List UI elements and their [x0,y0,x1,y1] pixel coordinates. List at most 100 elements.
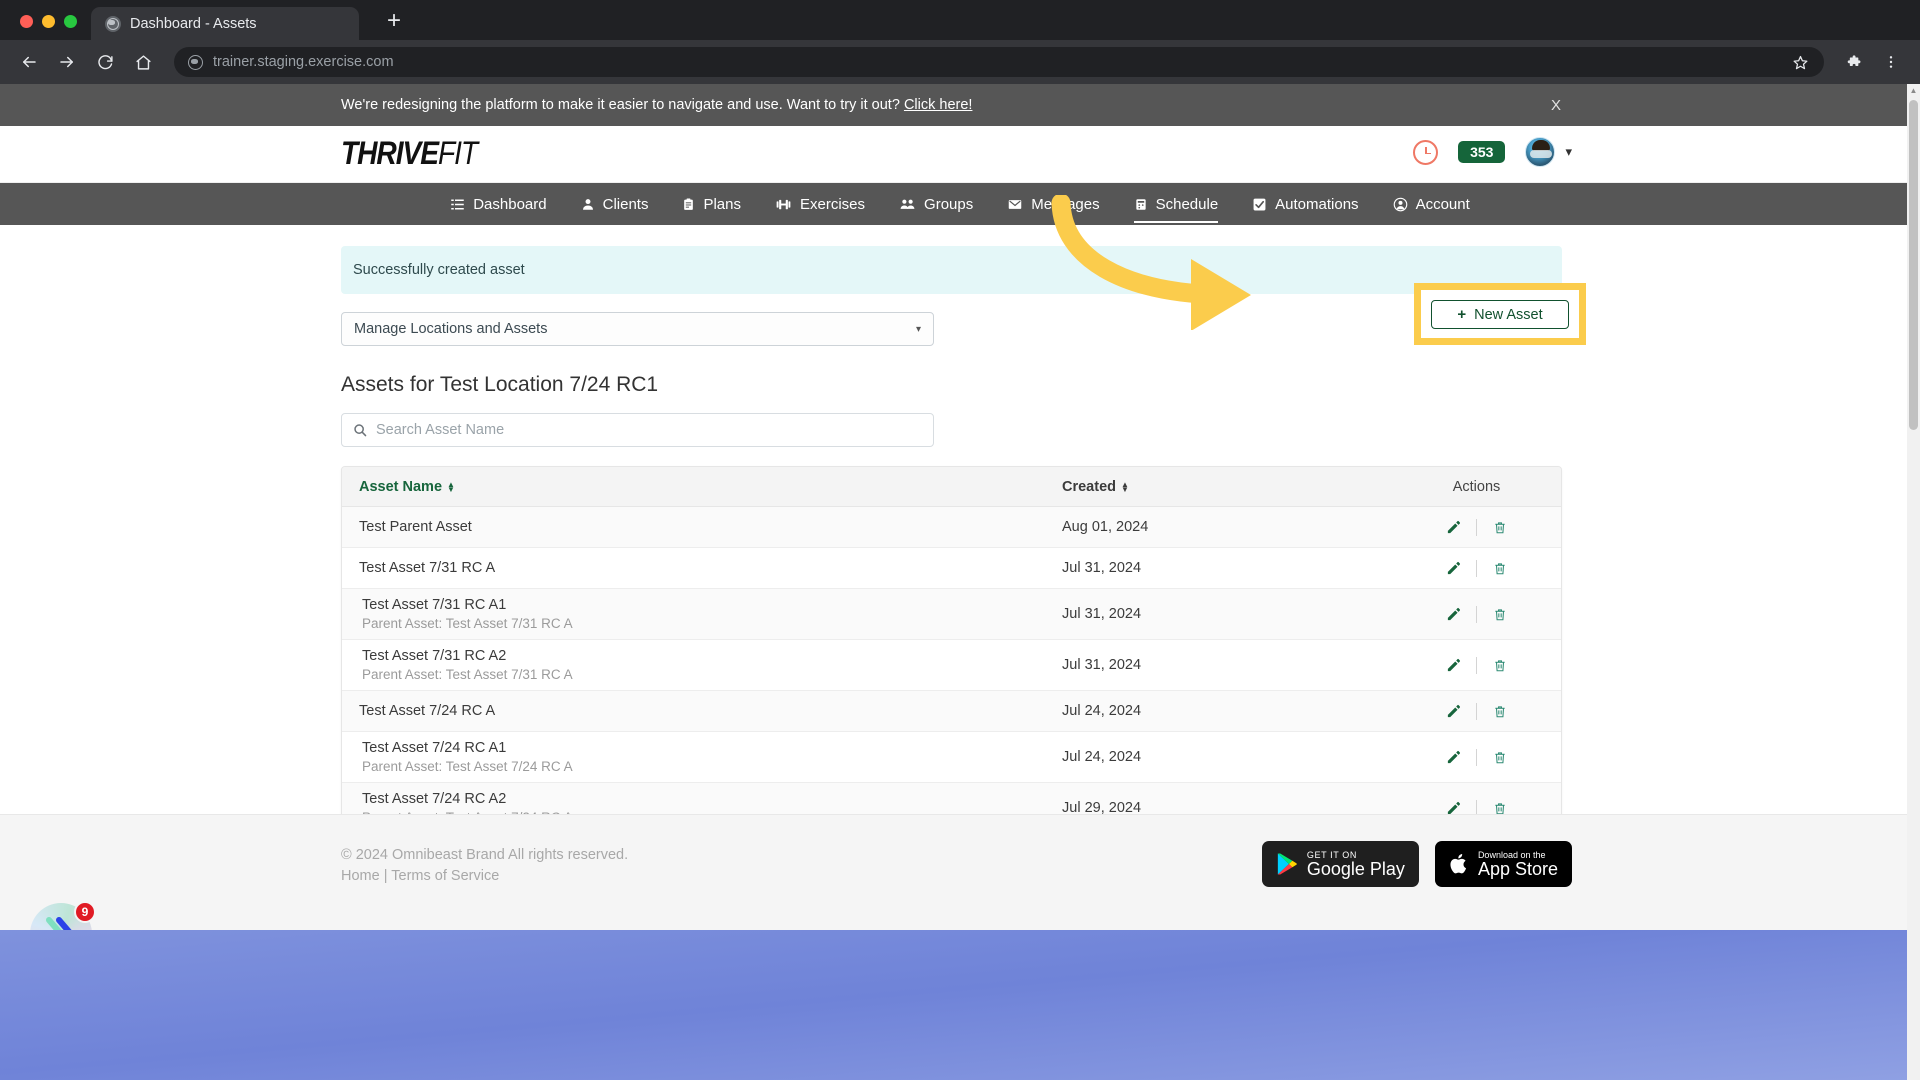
clock-icon[interactable] [1413,139,1439,165]
pencil-icon[interactable] [1430,750,1476,765]
table-row: Test Asset 7/31 RC A2 Parent Asset: Test… [342,640,1561,691]
app-store-badge[interactable]: Download on the App Store [1434,841,1572,887]
content-inner: Successfully created asset Manage Locati… [341,195,1586,834]
nav-label: Clients [602,195,649,213]
created-cell: Jul 31, 2024 [1062,606,1142,622]
column-header-label: Asset Name [359,478,443,495]
minimize-window-button[interactable] [42,15,55,28]
footer-link-terms[interactable]: Terms of Service [391,868,499,884]
nav-item-groups[interactable]: Groups [882,183,990,225]
created-cell: Jul 24, 2024 [1062,749,1142,765]
home-icon[interactable] [126,45,160,79]
manage-locations-select-value: Manage Locations and Assets [354,321,548,337]
sort-icon[interactable]: ▲ ▼ [1121,480,1129,493]
address-bar[interactable]: trainer.staging.exercise.com [174,47,1824,77]
scrollbar-up-arrow-icon[interactable]: ▲ [1909,86,1918,95]
new-asset-button-label: New Asset [1474,306,1543,323]
footer-text: © 2024 Omnibeast Brand All rights reserv… [341,845,628,887]
new-asset-button[interactable]: + New Asset [1431,300,1569,329]
nav-item-exercises[interactable]: Exercises [758,183,882,225]
asset-name: Test Parent Asset [359,519,472,535]
assets-table: Asset Name ▲ ▼ Created ▲ ▼ Actions Test Pa… [341,466,1562,834]
trash-icon[interactable] [1477,520,1523,535]
table-row: Test Asset 7/31 RC A Jul 31, 2024 [342,548,1561,589]
google-play-badge[interactable]: GET IT ON Google Play [1261,841,1419,887]
logo-bold-part: THRIVE [341,135,439,171]
app-store-badges: GET IT ON Google Play Download on the Ap… [1261,841,1572,887]
sort-icon[interactable]: ▲ ▼ [447,480,455,493]
trash-icon[interactable] [1477,658,1523,673]
footer-link-home[interactable]: Home [341,868,380,884]
trash-icon[interactable] [1477,561,1523,576]
nav-item-account[interactable]: Account [1376,183,1487,225]
nav-item-clients[interactable]: Clients [564,183,666,225]
envelope-icon [1007,197,1023,212]
nav-item-dashboard[interactable]: Dashboard [433,183,563,225]
back-arrow-icon[interactable] [12,45,46,79]
trash-icon[interactable] [1477,607,1523,622]
scrollbar-thumb[interactable] [1909,100,1918,430]
browser-tabstrip: Dashboard - Assets + [0,0,1920,41]
person-icon [581,197,595,212]
site-globe-icon [188,54,203,70]
credits-badge[interactable]: 353 [1458,141,1506,163]
new-tab-button[interactable]: + [377,4,411,38]
manage-locations-select[interactable]: Manage Locations and Assets ▾ [341,312,934,346]
asset-name-cell: Test Asset 7/24 RC A1 Parent Asset: Test… [342,732,1062,782]
yellow-arrow-annotation [1051,195,1251,330]
puzzle-icon[interactable] [1838,45,1872,79]
column-header-label: Created [1062,478,1116,495]
people-icon [899,197,916,212]
asset-name: Test Asset 7/31 RC A1 [362,597,507,613]
asset-name: Test Asset 7/24 RC A [359,703,496,719]
clipboard-icon [682,197,695,212]
asset-name-cell: Test Asset 7/24 RC A [342,695,1062,727]
avatar[interactable] [1525,137,1556,167]
reload-icon[interactable] [88,45,122,79]
table-row: Test Asset 7/24 RC A1 Parent Asset: Test… [342,732,1561,783]
account-menu[interactable]: ▾ [1525,137,1572,167]
window-controls [10,15,91,40]
trash-icon[interactable] [1477,704,1523,719]
page-viewport: We're redesigning the platform to make i… [0,84,1920,1080]
row-actions [1407,559,1546,577]
site-header: THRIVEFIT 353 ▾ [0,126,1920,183]
asset-name: Test Asset 7/24 RC A1 [362,740,507,756]
pencil-icon[interactable] [1430,704,1476,719]
search-asset-input[interactable]: Search Asset Name [341,413,934,447]
chevron-down-icon[interactable]: ▾ [1565,144,1572,160]
nav-item-plans[interactable]: Plans [665,183,758,225]
brand-logo[interactable]: THRIVEFIT [341,135,478,172]
chevron-down-icon: ▾ [915,323,921,335]
trash-icon[interactable] [1477,750,1523,765]
table-header-row: Asset Name ▲ ▼ Created ▲ ▼ Actions [342,467,1561,507]
nav-label: Exercises [800,195,866,213]
forward-arrow-icon[interactable] [50,45,84,79]
dumbbell-icon [775,197,792,212]
desktop-wallpaper [0,930,1920,1080]
created-cell: Aug 01, 2024 [1062,519,1149,535]
close-icon[interactable]: X [1551,97,1561,114]
pencil-icon[interactable] [1430,520,1476,535]
row-actions [1407,518,1546,536]
page-scrollbar[interactable]: ▲ [1907,84,1920,1080]
pencil-icon[interactable] [1430,561,1476,576]
browser-tab[interactable]: Dashboard - Assets [91,7,359,41]
announcement-link[interactable]: Click here! [904,97,973,113]
kebab-menu-icon[interactable] [1874,45,1908,79]
close-window-button[interactable] [20,15,33,28]
pencil-icon[interactable] [1430,607,1476,622]
announcement-bar: We're redesigning the platform to make i… [0,84,1920,126]
asset-name: Test Asset 7/24 RC A2 [362,791,507,807]
list-icon [450,197,465,212]
notification-count-badge: 9 [74,901,96,923]
star-icon[interactable] [1790,52,1810,72]
announcement-text: We're redesigning the platform to make i… [341,97,972,113]
pencil-icon[interactable] [1430,658,1476,673]
column-header-created[interactable]: Created ▲ ▼ [1062,479,1407,495]
globe-favicon-icon [105,16,121,32]
asset-name-cell: Test Asset 7/31 RC A2 Parent Asset: Test… [342,640,1062,690]
row-actions [1407,702,1546,720]
column-header-asset-name[interactable]: Asset Name ▲ ▼ [342,479,1062,495]
maximize-window-button[interactable] [64,15,77,28]
